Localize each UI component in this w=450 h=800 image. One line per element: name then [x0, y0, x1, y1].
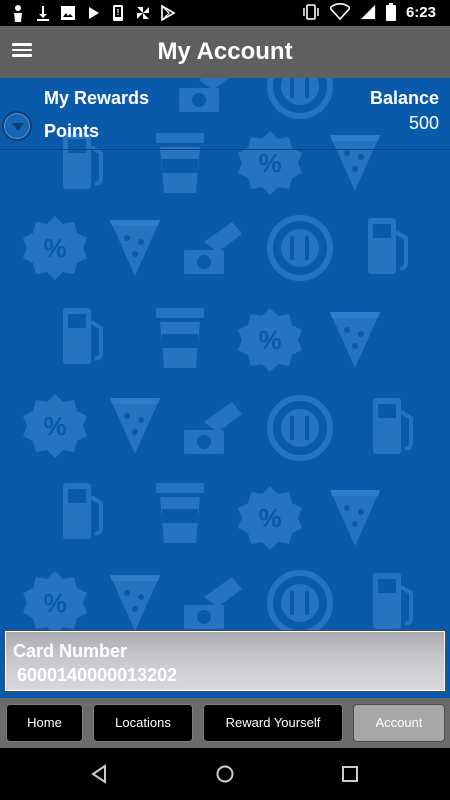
card-number-label: Card Number	[13, 641, 128, 661]
status-bar: ! 6:23	[0, 0, 450, 26]
rewards-item-label: Points	[44, 121, 100, 141]
balance-header: Balance	[369, 88, 439, 108]
svg-text:!: !	[117, 8, 120, 17]
card-number-panel: Card Number 6000140000013202	[5, 631, 445, 691]
tab-locations[interactable]: Locations	[93, 704, 193, 742]
notification-icons: !	[10, 4, 176, 22]
expand-rewards-button[interactable]	[2, 111, 32, 141]
battery-icon	[385, 3, 396, 21]
app-bar: My Account	[0, 26, 450, 78]
bottom-tab-bar: Home Locations Reward Yourself Account	[0, 698, 450, 748]
rewards-title: My Rewards	[44, 88, 150, 108]
chevron-down-icon	[12, 123, 24, 131]
background-pattern: %	[23, 78, 413, 698]
vibrate-icon	[303, 4, 319, 20]
signal-icon	[360, 4, 376, 20]
account-content[interactable]: %	[0, 78, 450, 698]
card-number-value: 6000140000013202	[17, 665, 178, 685]
download-icon	[37, 6, 49, 21]
pinwheel-icon	[137, 7, 149, 19]
status-time: 6:23	[405, 3, 436, 21]
person-icon	[14, 5, 22, 22]
play-icon	[89, 7, 99, 19]
home-icon[interactable]	[215, 764, 235, 784]
tab-account[interactable]: Account	[353, 704, 445, 742]
system-icons: 6:23	[302, 3, 436, 21]
page-title: My Account	[157, 38, 293, 65]
back-icon[interactable]	[90, 764, 110, 784]
phone-notification-icon: !	[113, 5, 123, 21]
tab-reward-yourself[interactable]: Reward Yourself	[203, 704, 343, 742]
play-store-icon	[161, 4, 176, 22]
tab-home[interactable]: Home	[6, 704, 83, 742]
recents-icon[interactable]	[340, 764, 360, 784]
wifi-icon	[329, 3, 350, 21]
system-nav-bar	[0, 748, 450, 800]
rewards-item-balance: 500	[408, 113, 439, 133]
rewards-row[interactable]: My Rewards Balance Points 500	[0, 78, 450, 150]
image-icon	[61, 6, 75, 20]
